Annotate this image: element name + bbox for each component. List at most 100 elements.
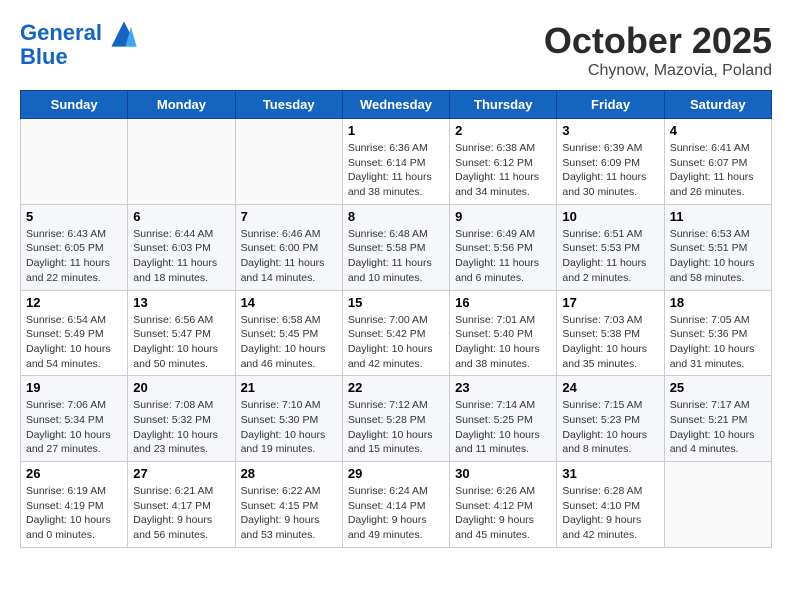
day-info: Sunrise: 6:22 AM Sunset: 4:15 PM Dayligh…	[241, 484, 337, 543]
day-number: 11	[670, 209, 766, 224]
day-info: Sunrise: 6:54 AM Sunset: 5:49 PM Dayligh…	[26, 313, 122, 372]
day-number: 21	[241, 380, 337, 395]
day-number: 22	[348, 380, 444, 395]
day-number: 9	[455, 209, 551, 224]
day-info: Sunrise: 6:46 AM Sunset: 6:00 PM Dayligh…	[241, 227, 337, 286]
day-info: Sunrise: 7:10 AM Sunset: 5:30 PM Dayligh…	[241, 398, 337, 457]
day-cell: 8 Sunrise: 6:48 AM Sunset: 5:58 PM Daylig…	[342, 204, 449, 290]
day-cell: 7 Sunrise: 6:46 AM Sunset: 6:00 PM Daylig…	[235, 204, 342, 290]
day-header-tuesday: Tuesday	[235, 91, 342, 119]
day-number: 18	[670, 295, 766, 310]
day-info: Sunrise: 7:03 AM Sunset: 5:38 PM Dayligh…	[562, 313, 658, 372]
day-header-wednesday: Wednesday	[342, 91, 449, 119]
day-header-thursday: Thursday	[450, 91, 557, 119]
day-info: Sunrise: 6:24 AM Sunset: 4:14 PM Dayligh…	[348, 484, 444, 543]
day-number: 8	[348, 209, 444, 224]
day-info: Sunrise: 7:12 AM Sunset: 5:28 PM Dayligh…	[348, 398, 444, 457]
logo-icon	[110, 20, 138, 48]
day-info: Sunrise: 6:26 AM Sunset: 4:12 PM Dayligh…	[455, 484, 551, 543]
day-cell: 12 Sunrise: 6:54 AM Sunset: 5:49 PM Dayli…	[21, 290, 128, 376]
day-info: Sunrise: 7:08 AM Sunset: 5:32 PM Dayligh…	[133, 398, 229, 457]
day-number: 20	[133, 380, 229, 395]
logo: General Blue	[20, 20, 140, 70]
day-cell: 24 Sunrise: 7:15 AM Sunset: 5:23 PM Dayli…	[557, 376, 664, 462]
day-info: Sunrise: 6:48 AM Sunset: 5:58 PM Dayligh…	[348, 227, 444, 286]
day-cell: 28 Sunrise: 6:22 AM Sunset: 4:15 PM Dayli…	[235, 462, 342, 548]
day-cell: 21 Sunrise: 7:10 AM Sunset: 5:30 PM Dayli…	[235, 376, 342, 462]
day-cell: 5 Sunrise: 6:43 AM Sunset: 6:05 PM Daylig…	[21, 204, 128, 290]
day-info: Sunrise: 7:17 AM Sunset: 5:21 PM Dayligh…	[670, 398, 766, 457]
day-number: 7	[241, 209, 337, 224]
week-row-1: 1 Sunrise: 6:36 AM Sunset: 6:14 PM Daylig…	[21, 119, 772, 205]
day-number: 25	[670, 380, 766, 395]
week-row-5: 26 Sunrise: 6:19 AM Sunset: 4:19 PM Dayli…	[21, 462, 772, 548]
day-info: Sunrise: 6:49 AM Sunset: 5:56 PM Dayligh…	[455, 227, 551, 286]
day-cell: 17 Sunrise: 7:03 AM Sunset: 5:38 PM Dayli…	[557, 290, 664, 376]
day-number: 26	[26, 466, 122, 481]
day-cell: 25 Sunrise: 7:17 AM Sunset: 5:21 PM Dayli…	[664, 376, 771, 462]
day-number: 3	[562, 123, 658, 138]
day-cell: 20 Sunrise: 7:08 AM Sunset: 5:32 PM Dayli…	[128, 376, 235, 462]
day-info: Sunrise: 7:14 AM Sunset: 5:25 PM Dayligh…	[455, 398, 551, 457]
day-cell: 10Sunrise: 6:51 AM Sunset: 5:53 PM Dayli…	[557, 204, 664, 290]
day-number: 23	[455, 380, 551, 395]
day-info: Sunrise: 6:36 AM Sunset: 6:14 PM Dayligh…	[348, 141, 444, 200]
day-cell	[664, 462, 771, 548]
day-cell	[128, 119, 235, 205]
day-number: 1	[348, 123, 444, 138]
week-row-3: 12 Sunrise: 6:54 AM Sunset: 5:49 PM Dayli…	[21, 290, 772, 376]
day-number: 6	[133, 209, 229, 224]
day-cell: 2Sunrise: 6:38 AM Sunset: 6:12 PM Daylig…	[450, 119, 557, 205]
day-info: Sunrise: 7:06 AM Sunset: 5:34 PM Dayligh…	[26, 398, 122, 457]
day-info: Sunrise: 6:43 AM Sunset: 6:05 PM Dayligh…	[26, 227, 122, 286]
day-info: Sunrise: 6:21 AM Sunset: 4:17 PM Dayligh…	[133, 484, 229, 543]
day-info: Sunrise: 6:56 AM Sunset: 5:47 PM Dayligh…	[133, 313, 229, 372]
day-cell: 9 Sunrise: 6:49 AM Sunset: 5:56 PM Daylig…	[450, 204, 557, 290]
day-cell: 13 Sunrise: 6:56 AM Sunset: 5:47 PM Dayli…	[128, 290, 235, 376]
day-number: 12	[26, 295, 122, 310]
day-cell: 18Sunrise: 7:05 AM Sunset: 5:36 PM Dayli…	[664, 290, 771, 376]
day-number: 30	[455, 466, 551, 481]
day-info: Sunrise: 6:28 AM Sunset: 4:10 PM Dayligh…	[562, 484, 658, 543]
day-cell: 22 Sunrise: 7:12 AM Sunset: 5:28 PM Dayli…	[342, 376, 449, 462]
day-cell: 16Sunrise: 7:01 AM Sunset: 5:40 PM Dayli…	[450, 290, 557, 376]
day-number: 28	[241, 466, 337, 481]
day-number: 2	[455, 123, 551, 138]
header-row: SundayMondayTuesdayWednesdayThursdayFrid…	[21, 91, 772, 119]
day-cell: 26 Sunrise: 6:19 AM Sunset: 4:19 PM Dayli…	[21, 462, 128, 548]
day-number: 19	[26, 380, 122, 395]
day-cell: 29Sunrise: 6:24 AM Sunset: 4:14 PM Dayli…	[342, 462, 449, 548]
week-row-4: 19 Sunrise: 7:06 AM Sunset: 5:34 PM Dayli…	[21, 376, 772, 462]
day-cell: 6Sunrise: 6:44 AM Sunset: 6:03 PM Daylig…	[128, 204, 235, 290]
day-number: 15	[348, 295, 444, 310]
calendar-table: SundayMondayTuesdayWednesdayThursdayFrid…	[20, 90, 772, 548]
day-cell: 14Sunrise: 6:58 AM Sunset: 5:45 PM Dayli…	[235, 290, 342, 376]
day-cell: 30 Sunrise: 6:26 AM Sunset: 4:12 PM Dayli…	[450, 462, 557, 548]
page-header: General Blue October 2025 Chynow, Mazovi…	[20, 20, 772, 80]
day-cell: 1 Sunrise: 6:36 AM Sunset: 6:14 PM Daylig…	[342, 119, 449, 205]
day-info: Sunrise: 7:15 AM Sunset: 5:23 PM Dayligh…	[562, 398, 658, 457]
day-info: Sunrise: 6:53 AM Sunset: 5:51 PM Dayligh…	[670, 227, 766, 286]
day-cell: 4 Sunrise: 6:41 AM Sunset: 6:07 PM Daylig…	[664, 119, 771, 205]
day-cell	[21, 119, 128, 205]
day-cell	[235, 119, 342, 205]
day-number: 16	[455, 295, 551, 310]
location-subtitle: Chynow, Mazovia, Poland	[544, 62, 772, 80]
day-number: 5	[26, 209, 122, 224]
month-title: October 2025	[544, 20, 772, 62]
day-number: 4	[670, 123, 766, 138]
day-cell: 15Sunrise: 7:00 AM Sunset: 5:42 PM Dayli…	[342, 290, 449, 376]
day-number: 14	[241, 295, 337, 310]
day-number: 24	[562, 380, 658, 395]
day-info: Sunrise: 6:19 AM Sunset: 4:19 PM Dayligh…	[26, 484, 122, 543]
day-info: Sunrise: 6:41 AM Sunset: 6:07 PM Dayligh…	[670, 141, 766, 200]
day-number: 13	[133, 295, 229, 310]
day-cell: 3 Sunrise: 6:39 AM Sunset: 6:09 PM Daylig…	[557, 119, 664, 205]
day-header-monday: Monday	[128, 91, 235, 119]
day-header-saturday: Saturday	[664, 91, 771, 119]
day-cell: 27 Sunrise: 6:21 AM Sunset: 4:17 PM Dayli…	[128, 462, 235, 548]
day-number: 17	[562, 295, 658, 310]
day-info: Sunrise: 6:39 AM Sunset: 6:09 PM Dayligh…	[562, 141, 658, 200]
day-cell: 23 Sunrise: 7:14 AM Sunset: 5:25 PM Dayli…	[450, 376, 557, 462]
day-number: 27	[133, 466, 229, 481]
